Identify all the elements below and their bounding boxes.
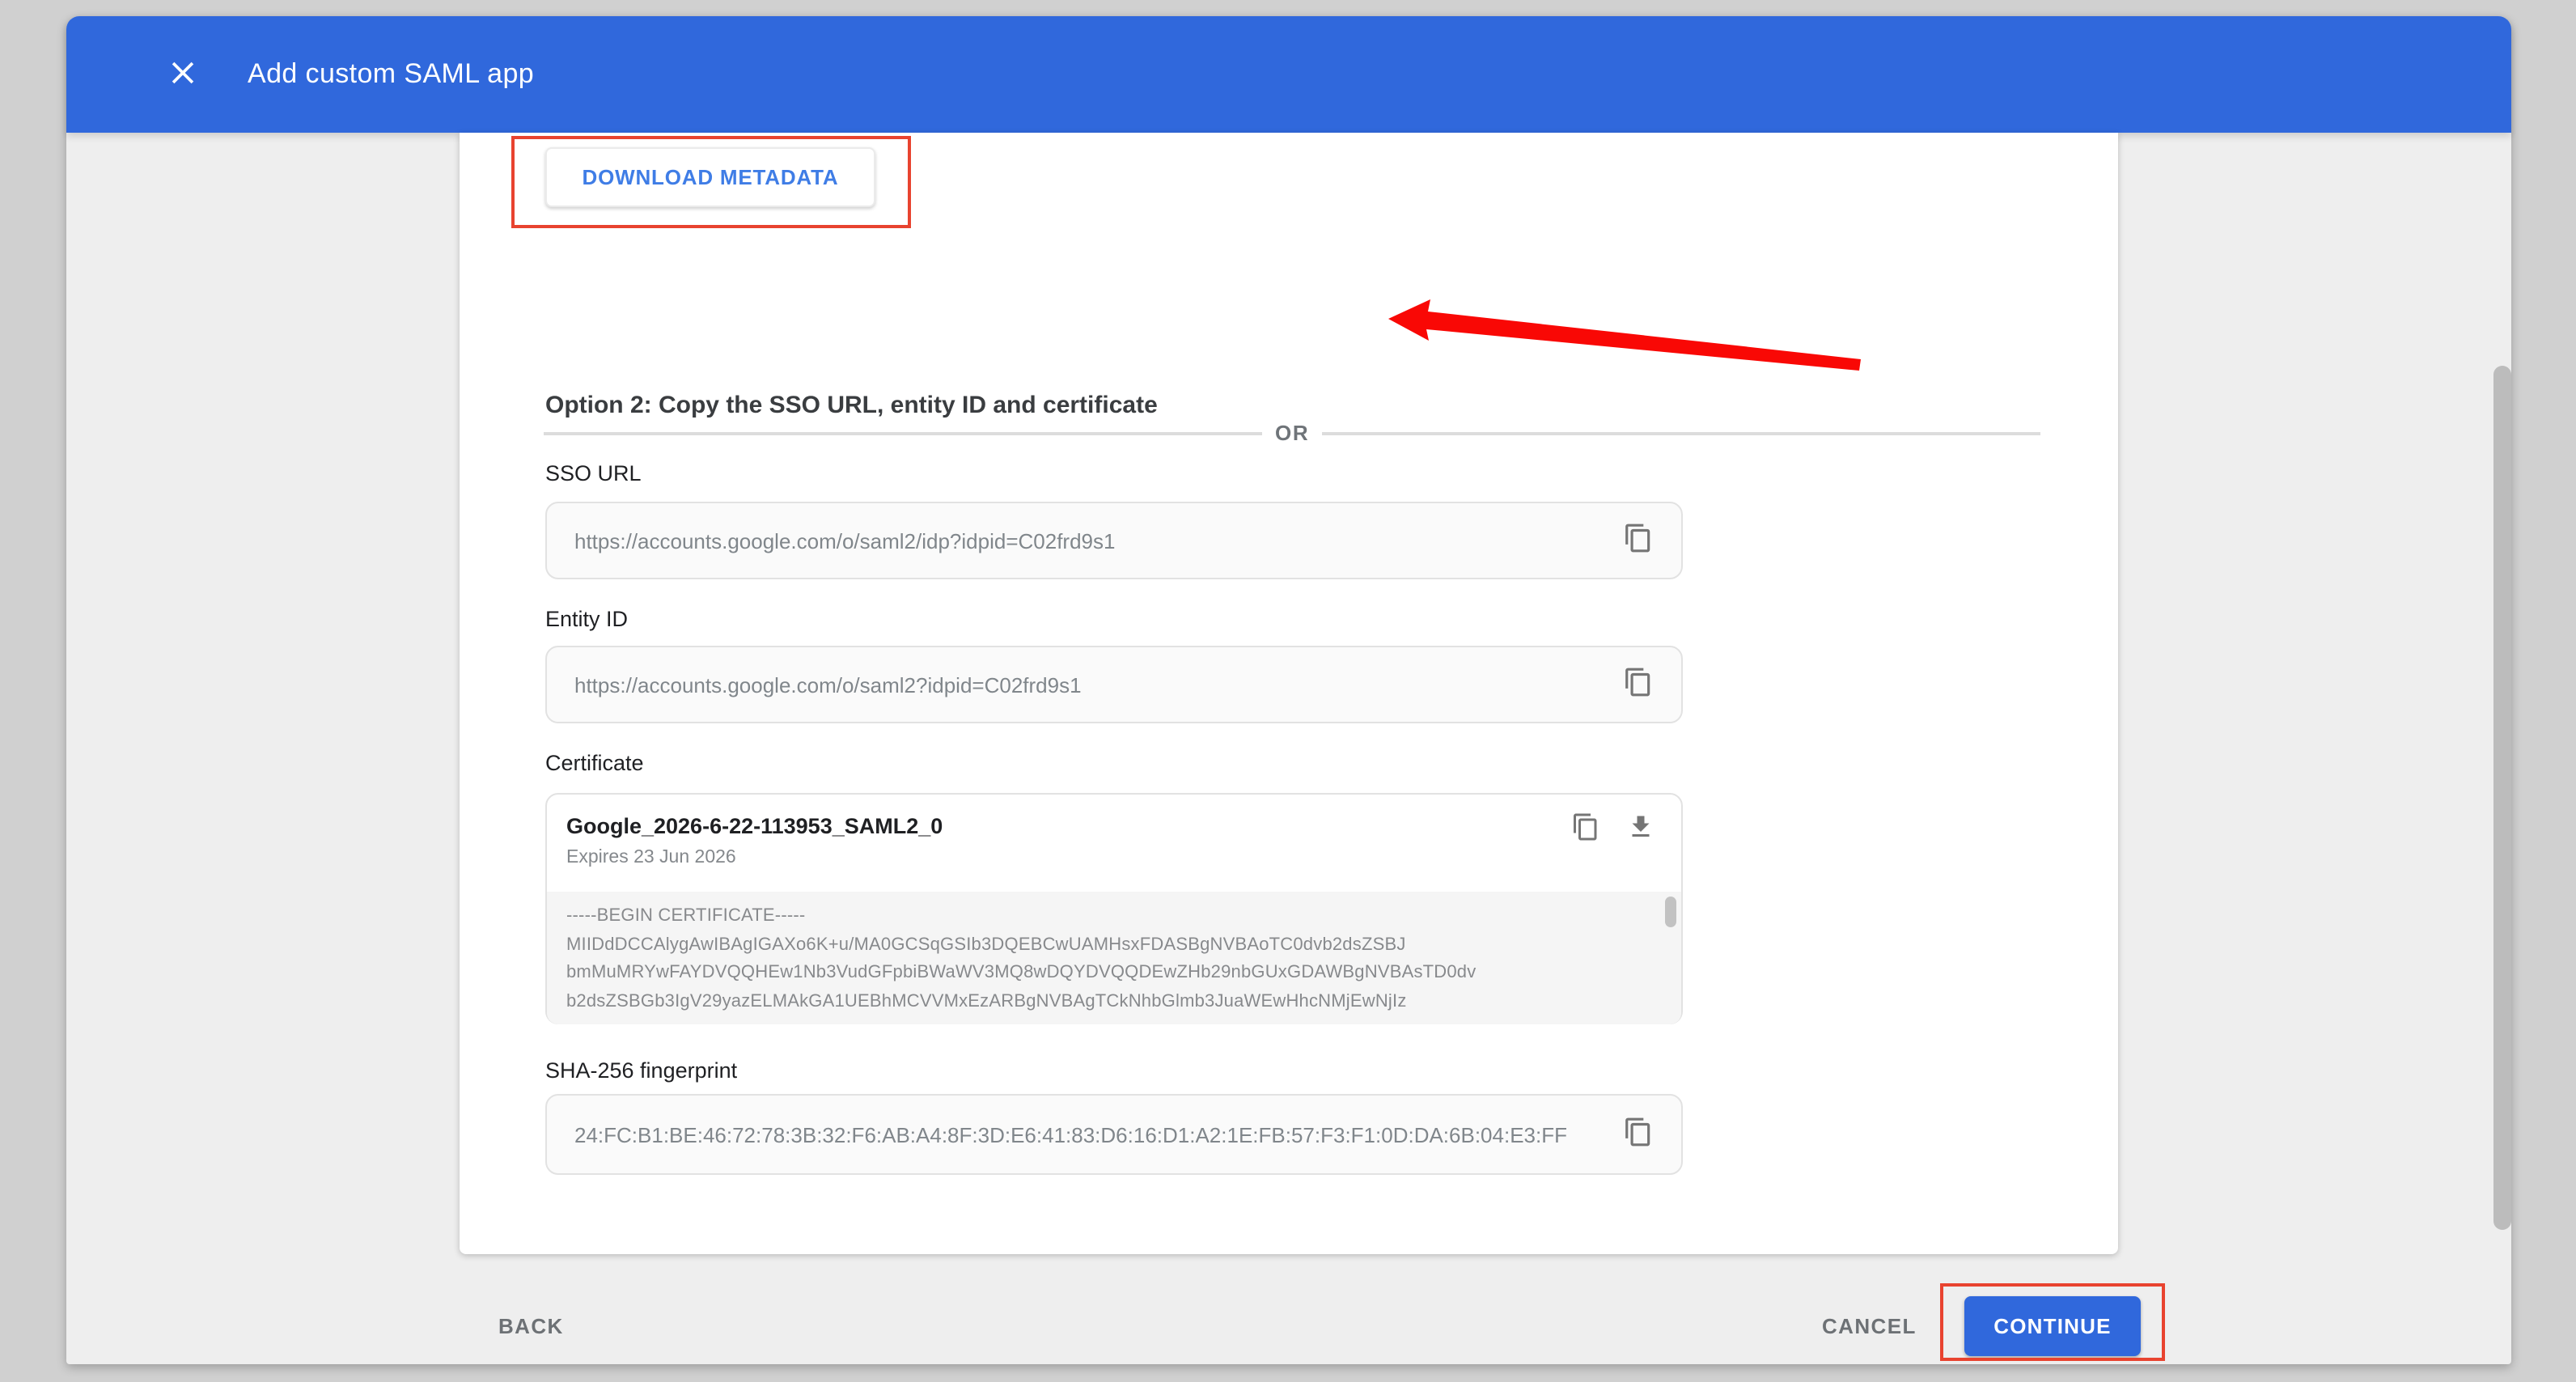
or-divider: OR — [544, 421, 2040, 445]
download-metadata-button[interactable]: DOWNLOAD METADATA — [545, 147, 875, 207]
sha256-copy-button[interactable] — [1623, 1117, 1654, 1152]
entity-id-field: https://accounts.google.com/o/saml2?idpi… — [545, 646, 1683, 723]
add-saml-app-dialog: Add custom SAML app DOWNLOAD METADATA OR… — [66, 16, 2511, 1364]
sso-url-value: https://accounts.google.com/o/saml2/idp?… — [574, 528, 1623, 553]
dialog-title: Add custom SAML app — [248, 58, 534, 91]
certificate-pem-line: -----BEGIN CERTIFICATE----- — [566, 903, 1649, 931]
option2-heading: Option 2: Copy the SSO URL, entity ID an… — [545, 392, 1158, 419]
certificate-download-button[interactable] — [1626, 812, 1655, 846]
sha256-field: 24:FC:B1:BE:46:72:78:3B:32:F6:AB:A4:8F:3… — [545, 1094, 1683, 1175]
certificate-label: Certificate — [545, 751, 644, 775]
entity-id-value: https://accounts.google.com/o/saml2?idpi… — [574, 672, 1623, 697]
entity-id-copy-button[interactable] — [1623, 667, 1654, 702]
close-button[interactable] — [160, 52, 205, 97]
continue-button[interactable]: CONTINUE — [1964, 1296, 2141, 1356]
back-button[interactable]: BACK — [498, 1314, 564, 1338]
entity-id-label: Entity ID — [545, 607, 628, 631]
close-icon — [165, 54, 201, 95]
annotation-arrow — [1366, 283, 1883, 384]
certificate-pem-line: bmMuMRYwFAYDVQQHEw1Nb3VudGFpbiBWaWV3MQ8w… — [566, 960, 1649, 988]
certificate-name: Google_2026-6-22-113953_SAML2_0 — [566, 814, 943, 838]
copy-icon — [1623, 523, 1654, 558]
divider-line-left — [544, 431, 1262, 435]
certificate-pem-line: MIIDdDCCAlygAwIBAgIGAXo6K+u/MA0GCSqGSIb3… — [566, 931, 1649, 960]
divider-line-right — [1322, 431, 2040, 435]
certificate-scrollbar[interactable] — [1665, 897, 1676, 927]
sso-url-label: SSO URL — [545, 461, 642, 485]
certificate-pem-line: b2dsZSBGb3IgV29yazELMAkGA1UEBhMCVVMxEzAR… — [566, 988, 1649, 1016]
download-icon — [1626, 812, 1655, 846]
certificate-expiry: Expires 23 Jun 2026 — [566, 848, 736, 867]
copy-icon — [1571, 812, 1600, 846]
dialog-scrollbar[interactable] — [2493, 366, 2511, 1230]
certificate-pem-text[interactable]: -----BEGIN CERTIFICATE----- MIIDdDCCAlyg… — [547, 892, 1681, 1024]
certificate-card: Google_2026-6-22-113953_SAML2_0 Expires … — [545, 793, 1683, 1024]
content-panel: DOWNLOAD METADATA OR Option 2: Copy the … — [460, 133, 2118, 1254]
or-label: OR — [1262, 421, 1322, 445]
certificate-card-header: Google_2026-6-22-113953_SAML2_0 Expires … — [547, 795, 1681, 892]
cancel-button[interactable]: CANCEL — [1822, 1314, 1917, 1338]
copy-icon — [1623, 667, 1654, 702]
dialog-header: Add custom SAML app — [66, 16, 2511, 133]
sha256-value: 24:FC:B1:BE:46:72:78:3B:32:F6:AB:A4:8F:3… — [574, 1122, 1623, 1147]
sso-url-field: https://accounts.google.com/o/saml2/idp?… — [545, 502, 1683, 579]
screen: Add custom SAML app DOWNLOAD METADATA OR… — [0, 0, 2576, 1382]
certificate-copy-button[interactable] — [1571, 812, 1600, 846]
sha256-label: SHA-256 fingerprint — [545, 1058, 737, 1083]
sso-url-copy-button[interactable] — [1623, 523, 1654, 558]
copy-icon — [1623, 1117, 1654, 1152]
